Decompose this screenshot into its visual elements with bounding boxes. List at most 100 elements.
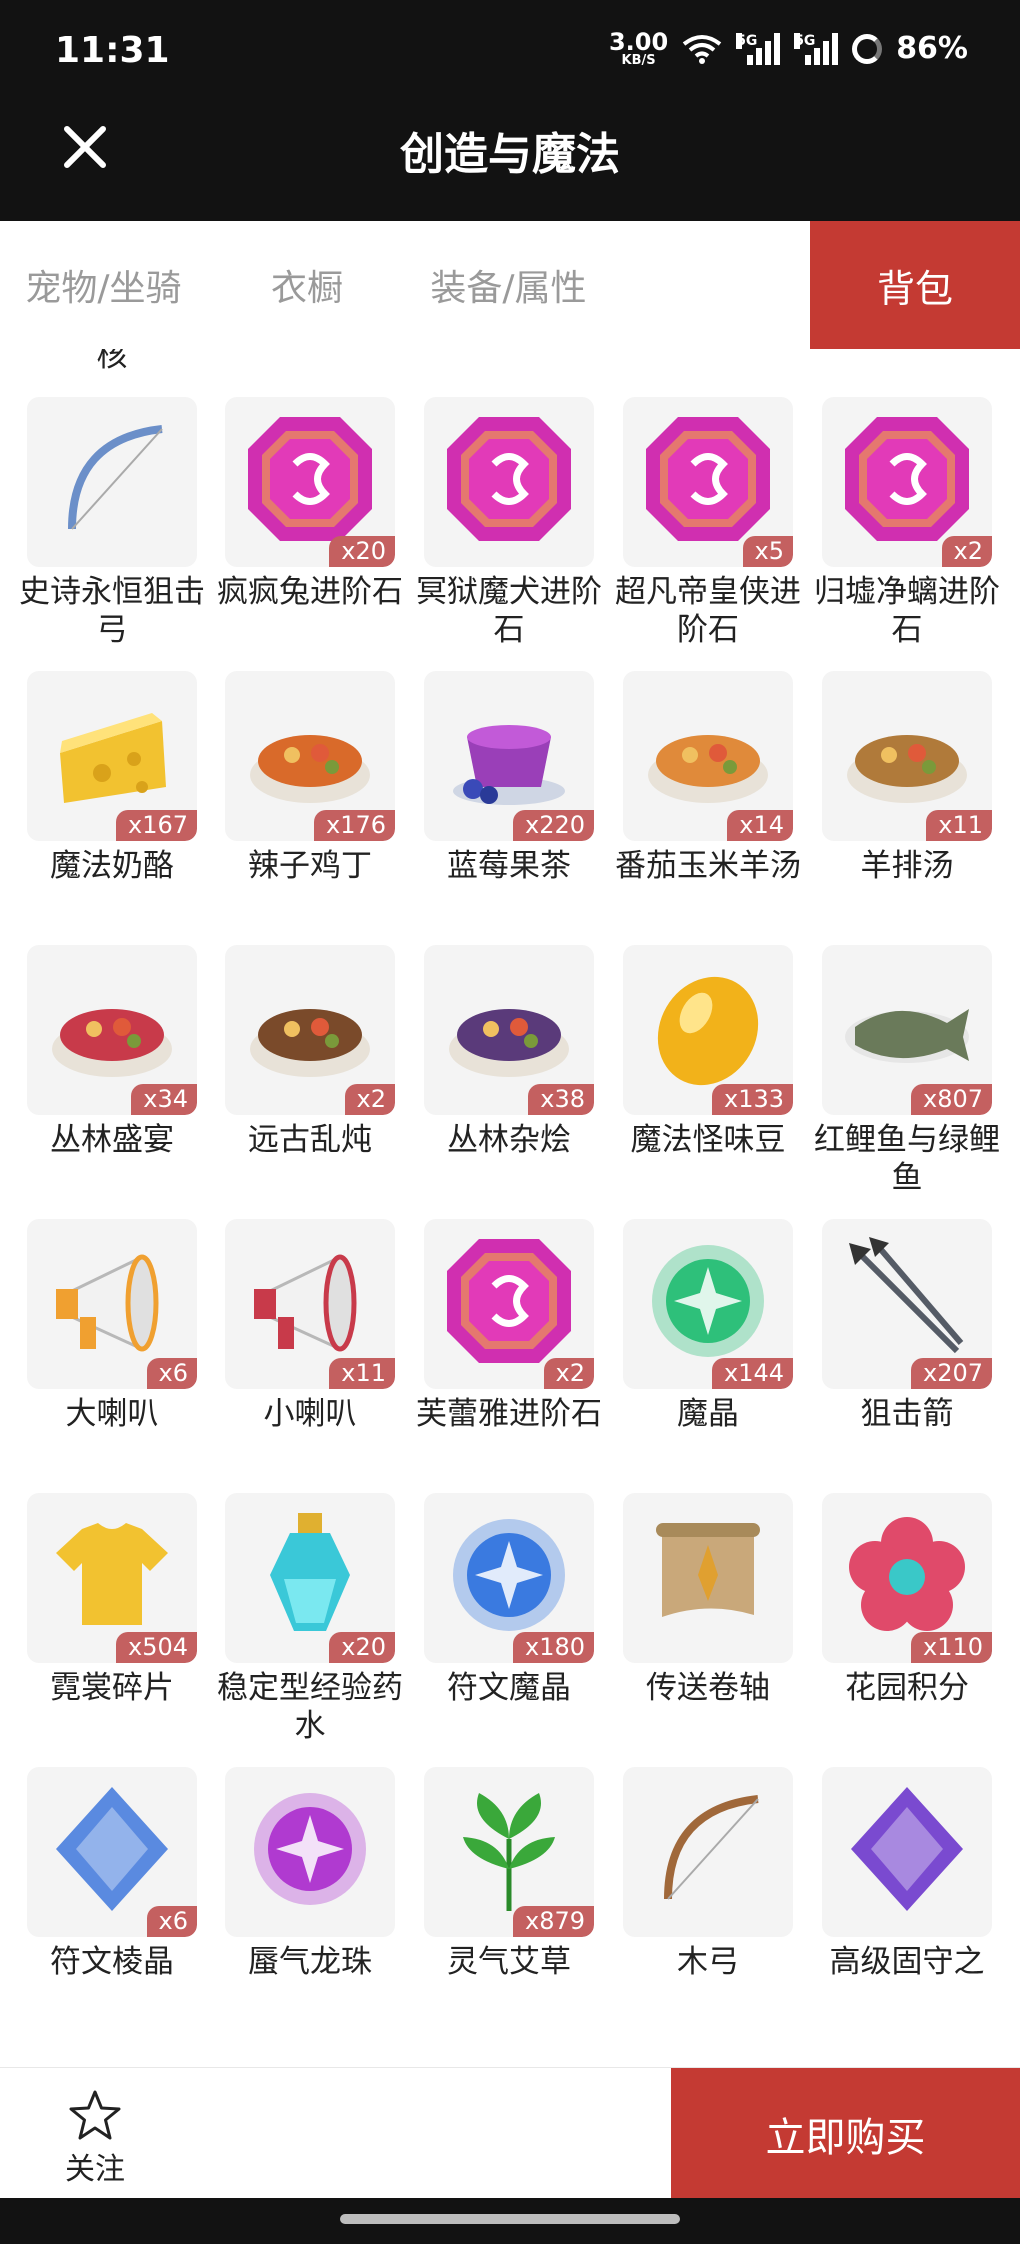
item-thumbnail: x144 xyxy=(623,1219,793,1389)
inventory-grid: 瓦尔基里的神核x3松露x42金矿石x110黑曜矿石x3黑宝石史诗永恒狙击弓x20… xyxy=(0,349,1020,2067)
inventory-item[interactable]: x6 符文棱晶 xyxy=(27,1767,197,2027)
item-name: 蓝莓果茶 xyxy=(447,848,571,884)
item-thumbnail xyxy=(822,1767,992,1937)
inventory-item[interactable]: 冥狱魔犬进阶石 xyxy=(416,397,602,657)
inventory-item[interactable]: x2 归墟净螭进阶石 xyxy=(814,397,1000,657)
quantity-badge: x879 xyxy=(512,1905,594,1937)
inventory-item[interactable]: 高级固守之 xyxy=(822,1767,992,2027)
item-thumbnail: x807 xyxy=(822,945,992,1115)
item-thumbnail: x176 xyxy=(225,671,395,841)
page-title: 创造与魔法 xyxy=(400,129,620,180)
potion-icon xyxy=(270,1513,350,1631)
quantity-badge: x14 xyxy=(727,809,793,841)
item-thumbnail: x6 xyxy=(27,1219,197,1389)
inventory-item[interactable]: x110黑曜矿石 xyxy=(623,349,793,383)
item-name: 羊排汤 xyxy=(860,848,954,884)
quantity-badge: x504 xyxy=(115,1631,197,1663)
item-thumbnail: x2 xyxy=(822,397,992,567)
item-name: 狙击箭 xyxy=(860,1396,954,1432)
item-name: 超凡帝皇侠进阶石 xyxy=(615,574,801,648)
item-name: 符文魔晶 xyxy=(447,1670,571,1706)
inventory-item[interactable]: x3松露 xyxy=(225,349,395,383)
quantity-badge: x144 xyxy=(711,1357,793,1389)
item-thumbnail xyxy=(424,397,594,567)
tea-icon xyxy=(453,725,565,805)
dish-icon xyxy=(250,735,370,803)
inventory-item[interactable]: x20 稳定型经验药水 xyxy=(217,1493,403,1753)
inventory-item[interactable]: x11 羊排汤 xyxy=(822,671,992,931)
quantity-badge: x207 xyxy=(910,1357,992,1389)
wood-bow-icon xyxy=(664,1795,759,1900)
item-thumbnail: x11 xyxy=(822,671,992,841)
inventory-item[interactable]: 传送卷轴 xyxy=(623,1493,793,1753)
inventory-item[interactable]: 瓦尔基里的神核 xyxy=(27,349,197,383)
soup-icon xyxy=(847,735,967,803)
inventory-item[interactable]: x2 远古乱炖 xyxy=(225,945,395,1205)
stew-icon xyxy=(449,1009,569,1077)
item-name: 传送卷轴 xyxy=(646,1670,770,1706)
quantity-badge: x176 xyxy=(313,809,395,841)
status-icons: 3.00 KB/S 5G 5G 86% xyxy=(609,30,968,67)
inventory-item[interactable]: x144 魔晶 xyxy=(623,1219,793,1479)
inventory-item[interactable]: x42金矿石 xyxy=(424,349,594,383)
inventory-item[interactable]: x38 丛林杂烩 xyxy=(424,945,594,1205)
quantity-badge: x2 xyxy=(543,1357,594,1389)
tab-wardrobe[interactable]: 衣橱 xyxy=(207,221,407,349)
inventory-item[interactable]: x207 狙击箭 xyxy=(822,1219,992,1479)
stew-icon xyxy=(250,1009,370,1077)
inventory-item[interactable]: x3黑宝石 xyxy=(822,349,992,383)
item-thumbnail: x180 xyxy=(424,1493,594,1663)
favorite-button[interactable]: 关注 xyxy=(40,2088,150,2188)
tab-equipment[interactable]: 装备/属性 xyxy=(407,221,610,349)
inventory-item[interactable]: x807 红鲤鱼与绿鲤鱼 xyxy=(814,945,1000,1205)
item-name: 稳定型经验药水 xyxy=(217,1670,403,1744)
bean-icon xyxy=(657,976,759,1086)
item-thumbnail: x167 xyxy=(27,671,197,841)
inventory-item[interactable]: x34 丛林盛宴 xyxy=(27,945,197,1205)
signal-icon: 5G xyxy=(736,32,781,65)
inventory-item[interactable]: x2 芙蕾雅进阶石 xyxy=(416,1219,602,1479)
item-name: 丛林杂烩 xyxy=(447,1122,571,1158)
inventory-item[interactable]: x180 符文魔晶 xyxy=(424,1493,594,1753)
arrow-icon xyxy=(849,1237,964,1354)
inventory-item[interactable]: 蜃气龙珠 xyxy=(225,1767,395,2027)
inventory-item[interactable]: x220 蓝莓果茶 xyxy=(424,671,594,931)
item-name: 魔法奶酪 xyxy=(50,848,174,884)
inventory-item[interactable]: x504 霓裳碎片 xyxy=(27,1493,197,1753)
feast-icon xyxy=(52,1009,172,1077)
inventory-item[interactable]: x879 灵气艾草 xyxy=(424,1767,594,2027)
tab-pets-mounts[interactable]: 宠物/坐骑 xyxy=(0,221,207,349)
item-name: 霓裳碎片 xyxy=(50,1670,174,1706)
rune-orb-icon xyxy=(453,1519,565,1631)
inventory-item[interactable]: x20 疯疯兔进阶石 xyxy=(217,397,403,657)
buy-now-button[interactable]: 立即购买 xyxy=(671,2068,1020,2199)
quantity-badge: x38 xyxy=(528,1083,594,1115)
inventory-item[interactable]: 木弓 xyxy=(623,1767,793,2027)
fish-icon xyxy=(845,1009,969,1063)
inventory-item[interactable]: x176 辣子鸡丁 xyxy=(225,671,395,931)
advance-stone-icon xyxy=(646,417,770,541)
quantity-badge: x11 xyxy=(329,1357,395,1389)
inventory-item[interactable]: x133 魔法怪味豆 xyxy=(623,945,793,1205)
prism-icon xyxy=(56,1787,168,1911)
shirt-icon xyxy=(56,1523,168,1625)
inventory-item[interactable]: x11 小喇叭 xyxy=(225,1219,395,1479)
megaphone-icon xyxy=(56,1254,159,1352)
bottom-bar: 关注 立即购买 xyxy=(0,2067,1020,2199)
herb-icon xyxy=(463,1793,555,1911)
inventory-item[interactable]: x14 番茄玉米羊汤 xyxy=(615,671,801,931)
item-name: 冥狱魔犬进阶石 xyxy=(416,574,602,648)
item-thumbnail: x11 xyxy=(225,1219,395,1389)
inventory-item[interactable]: x6 大喇叭 xyxy=(27,1219,197,1479)
flower-icon xyxy=(849,1517,965,1631)
inventory-item[interactable]: x5 超凡帝皇侠进阶石 xyxy=(615,397,801,657)
inventory-item[interactable]: 史诗永恒狙击弓 xyxy=(19,397,205,657)
item-thumbnail: x38 xyxy=(424,945,594,1115)
quantity-badge: x807 xyxy=(910,1083,992,1115)
home-indicator[interactable] xyxy=(340,2214,680,2224)
inventory-item[interactable]: x110 花园积分 xyxy=(822,1493,992,1753)
quantity-badge: x180 xyxy=(512,1631,594,1663)
tab-backpack[interactable]: 背包 xyxy=(810,221,1020,349)
inventory-item[interactable]: x167 魔法奶酪 xyxy=(27,671,197,931)
item-thumbnail: x5 xyxy=(623,397,793,567)
